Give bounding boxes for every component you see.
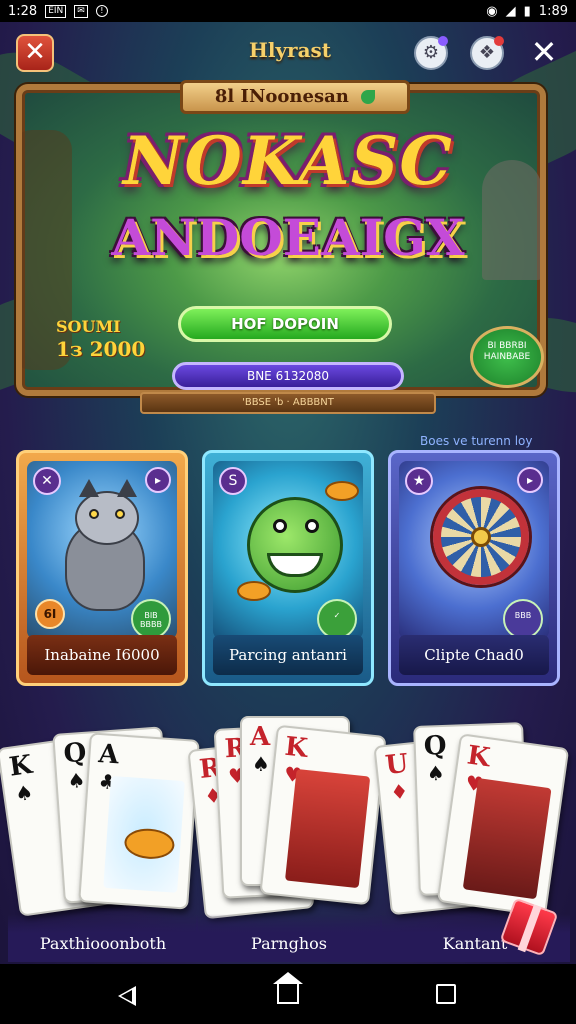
checkmark-icon[interactable]: ✓ [317,599,357,639]
card-rank: U [383,748,410,781]
top-bar: ✕ Hlyrast ⚙ ❖ ✕ [0,30,576,76]
playing-card: K ♥ [436,733,570,917]
game-card-cat[interactable]: ✕ ▸ 6I BIB BBBB Inabaine I6000 [16,450,188,686]
game-card-label: Inabaine I6000 [27,635,177,675]
bonus-badge[interactable]: BI BBRBI HAINBABE [470,326,544,388]
play-now-button[interactable]: HOF DOPOIN [178,306,392,342]
gift-icon: ❖ [478,42,496,63]
card-rank: Q [423,730,447,762]
wifi-icon: ◉ [486,3,498,19]
settings-button[interactable]: ⚙ [414,36,448,70]
gear-icon: ⚙ [422,42,440,63]
game-card-fish[interactable]: S ✓ Parcing antanri [202,450,374,686]
card-suit: ♠ [426,760,446,786]
card-rank: K [7,749,35,783]
card-game-tile-1[interactable]: K ♠ Q ♠ A ♣ Paxthiooonboth [0,700,200,962]
playing-card: A ♣ [78,732,200,910]
banner-tag: 8l INoonesan [180,80,410,114]
home-icon[interactable] [273,972,303,1004]
dismiss-button[interactable]: ✕ [526,34,562,70]
game-lobby-screen: 1:28 ЕΙΝ ✉ ! ◉ ◢ ▮ 1:89 ✕ Hlyrast ⚙ ❖ ✕ [0,0,576,1024]
card-suit: ♦ [389,778,410,805]
jackpot-info: SOUMI 1з 2000 [56,316,145,360]
mail-status-icon: ✉ [74,4,88,18]
card-rank: K [283,731,309,764]
card-tile-label: Parnghos [196,914,382,962]
battery-icon: ▮ [523,3,531,19]
banner-footer: 'BBSE 'b · ABBBNT [140,392,436,414]
sync-status-icon: ! [95,5,108,17]
card-play-badge[interactable]: BIB BBBB [131,599,171,639]
playing-card: K ♥ [259,724,387,906]
card-rank: K [465,740,492,774]
cat-eye [115,509,125,519]
card-corner-icon[interactable]: ★ [405,467,433,495]
banner-title-text: NOKASC [123,122,453,200]
card-suit: ♠ [252,752,270,776]
banner-tag-label: 8l INoonesan [214,86,349,107]
fish-eye [273,519,287,533]
status-time-left: 1:28 [8,3,38,19]
card-rank: A [97,739,120,771]
card-game-tile-2[interactable]: R ♦ R ♥ A ♠ K ♥ Parnghos [187,700,387,962]
fish-character [247,497,343,593]
card-play-badge[interactable]: BBB [503,599,543,639]
recent-apps-icon[interactable] [436,984,456,1004]
navigation-bar [0,964,576,1024]
queen-card-art [462,778,552,900]
cat-eye [89,509,99,519]
goldfish-icon [237,581,271,601]
card-corner-icon[interactable]: ▸ [145,467,171,493]
game-card-label: Parcing antanri [213,635,363,675]
card-rank: A [250,722,271,752]
card-corner-icon[interactable]: ▸ [517,467,543,493]
cat-ear [117,479,137,497]
close-icon: ✕ [530,33,558,71]
status-time-right: 1:89 [538,3,568,19]
jackpot-label: SOUMI [56,317,121,336]
banner-title-line1: NOKASC [16,122,560,200]
card-tile-label: Paxthiooonboth [8,914,198,962]
card-suit: ♠ [13,779,35,807]
close-button[interactable]: ✕ [16,34,54,72]
gallery-status-icon: ЕΙΝ [45,4,67,18]
fish-card-art [103,775,185,893]
gift-button[interactable]: ❖ [470,36,504,70]
notification-dot [494,36,504,46]
wheel-hub [471,527,491,547]
cat-head [75,491,139,545]
game-card-label: Clipte Chad0 [399,635,549,675]
signal-icon: ◢ [505,3,516,19]
promo-text: Boes ve turenn loy [420,434,533,448]
status-bar: 1:28 ЕΙΝ ✉ ! ◉ ◢ ▮ 1:89 [0,0,576,22]
card-corner-icon[interactable]: S [219,467,247,495]
game-card-wheel[interactable]: ★ ▸ BBB Clipte Chad0 [388,450,560,686]
goldfish-icon [325,481,359,501]
banner-title-line2: ANDOEAIGX [111,208,465,267]
king-card-art [284,768,371,889]
card-corner-icon[interactable]: ✕ [33,467,61,495]
fish-eye [305,519,319,533]
notification-dot [438,36,448,46]
card-rank: Q [62,737,88,770]
goldfish-icon [123,827,176,861]
gem-icon [361,90,376,104]
page-title: Hlyrast [248,38,332,62]
card-badge: 6I [35,599,65,629]
progress-bar: BNE 6132080 [172,362,404,390]
back-icon[interactable] [118,986,136,1006]
jackpot-value: 1з 2000 [56,337,146,361]
cat-ear [79,479,99,497]
close-icon: ✕ [24,37,46,67]
card-suit: ♠ [66,767,87,794]
